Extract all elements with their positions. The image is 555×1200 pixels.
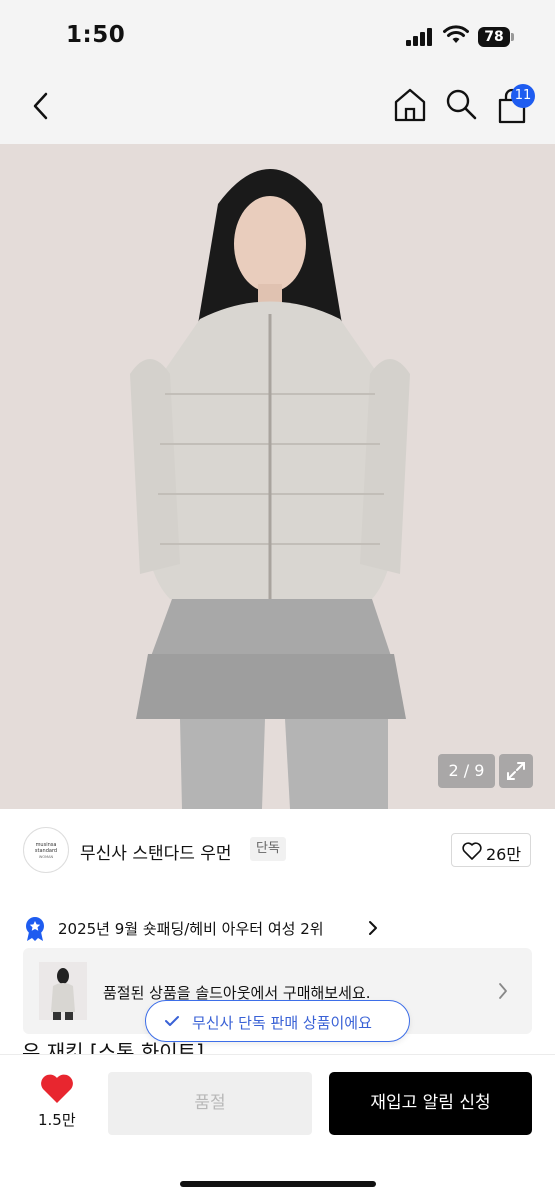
battery-indicator: 78 (478, 27, 510, 47)
expand-button[interactable] (499, 754, 533, 788)
bottom-action-bar: 1.5만 품절 재입고 알림 신청 (0, 1054, 555, 1200)
restock-alert-button[interactable]: 재입고 알림 신청 (329, 1072, 532, 1135)
ranking-text: 2025년 9월 숏패딩/헤비 아우터 여성 2위 (58, 920, 324, 938)
product-image[interactable] (0, 144, 555, 809)
exclusive-toast: 무신사 단독 판매 상품이에요 (145, 1000, 410, 1042)
brand-logo-line3: WOMAN (38, 855, 54, 859)
exclusive-tag: 단독 (250, 837, 286, 861)
wish-count: 1.5만 (38, 1111, 76, 1129)
chevron-right-icon (369, 921, 377, 935)
chevron-right-icon (499, 983, 507, 999)
status-bar: 1:50 78 (0, 0, 555, 72)
nav-bar (0, 72, 555, 144)
status-time: 1:50 (66, 22, 126, 48)
home-icon[interactable] (392, 86, 428, 124)
brand-row: musinsa standard WOMAN 무신사 스탠다드 우먼 단독 26… (0, 809, 555, 899)
soldout-thumbnail (39, 962, 87, 1020)
cart-count-badge: 11 (511, 84, 535, 108)
back-icon[interactable] (26, 88, 56, 124)
brand-logo[interactable]: musinsa standard WOMAN (23, 827, 69, 873)
image-counter: 2 / 9 (438, 754, 495, 788)
home-indicator (180, 1181, 376, 1187)
medal-icon (26, 917, 44, 941)
brand-logo-line2: standard (34, 848, 58, 854)
brand-like-count: 26만 (486, 845, 522, 864)
heart-outline-icon (462, 842, 482, 860)
brand-name[interactable]: 무신사 스탠다드 우먼 (80, 839, 232, 864)
product-photo (0, 144, 555, 809)
wifi-icon (443, 25, 469, 43)
heart-icon[interactable] (39, 1073, 75, 1105)
soldout-button: 품절 (108, 1072, 312, 1135)
search-icon[interactable] (444, 86, 478, 122)
ranking-link[interactable]: 2025년 9월 숏패딩/헤비 아우터 여성 2위 (24, 913, 424, 943)
toast-text: 무신사 단독 판매 상품이에요 (192, 1014, 372, 1032)
brand-like-button[interactable]: 26만 (451, 833, 531, 867)
battery-tip (511, 33, 514, 41)
expand-icon (507, 762, 525, 780)
signal-icon (406, 28, 434, 46)
check-icon (165, 1016, 179, 1026)
